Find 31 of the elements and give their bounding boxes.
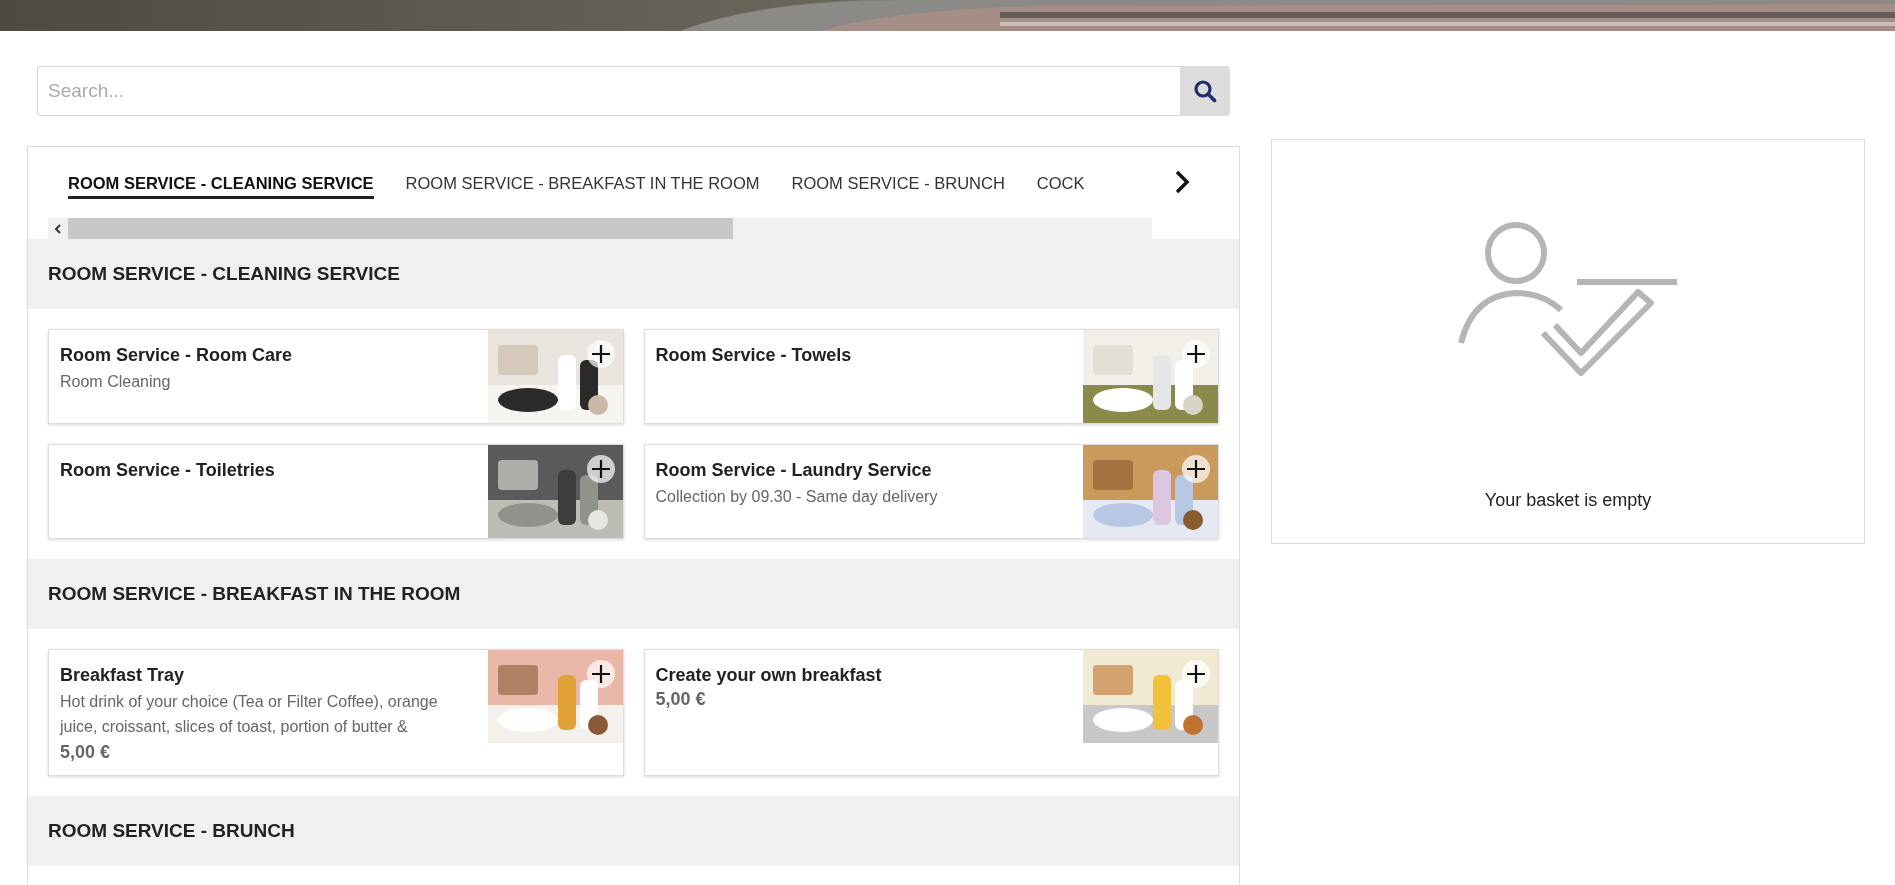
product-price: 5,00 € xyxy=(60,742,112,763)
product-card[interactable]: Breakfast Tray Hot drink of your choice (Tea or Filter Coffee), orange juice, croissant, slices of toast, portion of butter & 5,00 € xyxy=(48,649,624,776)
section-heading: ROOM SERVICE - CLEANING SERVICE xyxy=(28,239,1239,309)
empty-basket-message: Your basket is empty xyxy=(1484,490,1652,511)
product-name: Room Service - Towels xyxy=(655,345,853,366)
category-tab[interactable]: COCK xyxy=(1036,173,1085,199)
product-name: Room Service - Laundry Service xyxy=(655,460,933,481)
product-name: Breakfast Tray xyxy=(60,665,186,686)
scroll-left-icon[interactable] xyxy=(54,223,62,234)
product-card[interactable]: Room Service - Laundry Service Collection by 09.30 - Same day delivery xyxy=(643,444,1219,539)
product-card[interactable]: Room Service - Toiletries xyxy=(48,444,624,539)
search-field[interactable]: Search... xyxy=(37,66,1180,116)
section-heading: ROOM SERVICE - BRUNCH xyxy=(28,796,1239,866)
product-name: Room Service - Toiletries xyxy=(60,460,276,481)
product-description: Collection by 09.30 - Same day delivery xyxy=(655,487,939,507)
product-card[interactable]: Room Service - Towels xyxy=(643,329,1219,424)
product-description: Hot drink of your choice (Tea or Filter Coffee), orange juice, croissant, slices of toast, portion of butter & xyxy=(60,692,439,737)
category-tab[interactable]: ROOM SERVICE - CLEANING SERVICE xyxy=(68,173,374,199)
product-name: Room Service - Room Care xyxy=(60,345,294,366)
product-card[interactable]: Create your own breakfast 5,00 € xyxy=(643,649,1219,776)
category-tab[interactable]: ROOM SERVICE - BREAKFAST IN THE ROOM xyxy=(405,173,760,199)
search-icon xyxy=(1193,79,1217,103)
category-tab[interactable]: ROOM SERVICE - BRUNCH xyxy=(791,173,1005,199)
scrollbar[interactable] xyxy=(48,218,1152,239)
scrollbar-thumb[interactable] xyxy=(68,218,733,239)
section-heading: ROOM SERVICE - BREAKFAST IN THE ROOM xyxy=(28,559,1239,629)
product-description: Room Cleaning xyxy=(60,372,172,392)
product-card[interactable]: Room Service - Room Care Room Cleaning xyxy=(48,329,624,424)
product-price: 5,00 € xyxy=(655,689,707,710)
search-button[interactable] xyxy=(1180,66,1230,116)
product-name: Create your own breakfast xyxy=(655,665,883,686)
